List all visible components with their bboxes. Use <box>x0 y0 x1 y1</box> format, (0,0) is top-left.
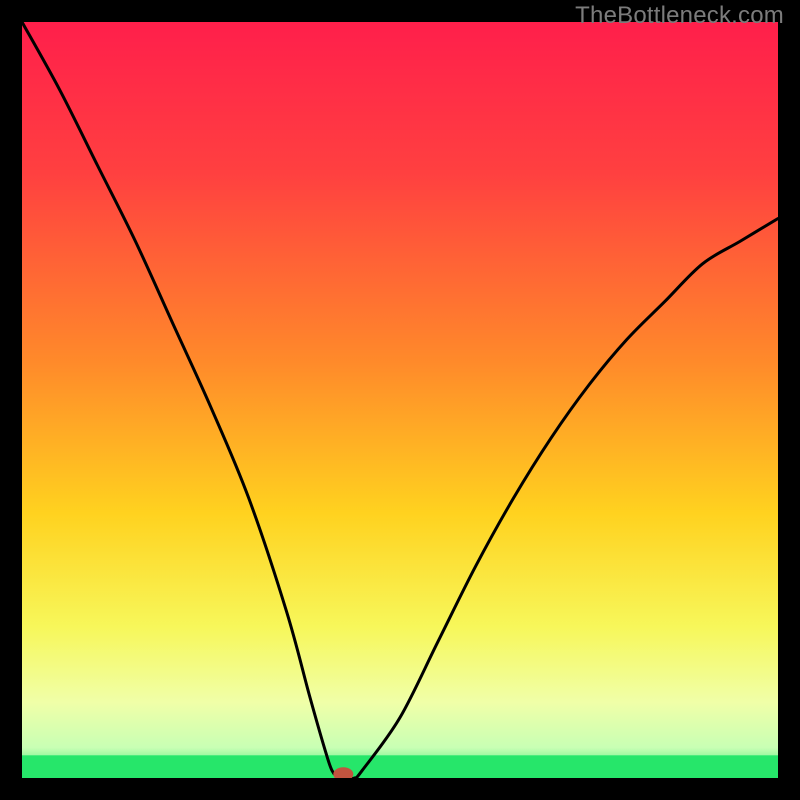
watermark-text: TheBottleneck.com <box>575 2 784 30</box>
chart-background <box>22 22 778 778</box>
chart-frame <box>22 22 778 778</box>
bottleneck-chart <box>22 22 778 778</box>
green-band <box>22 755 778 778</box>
